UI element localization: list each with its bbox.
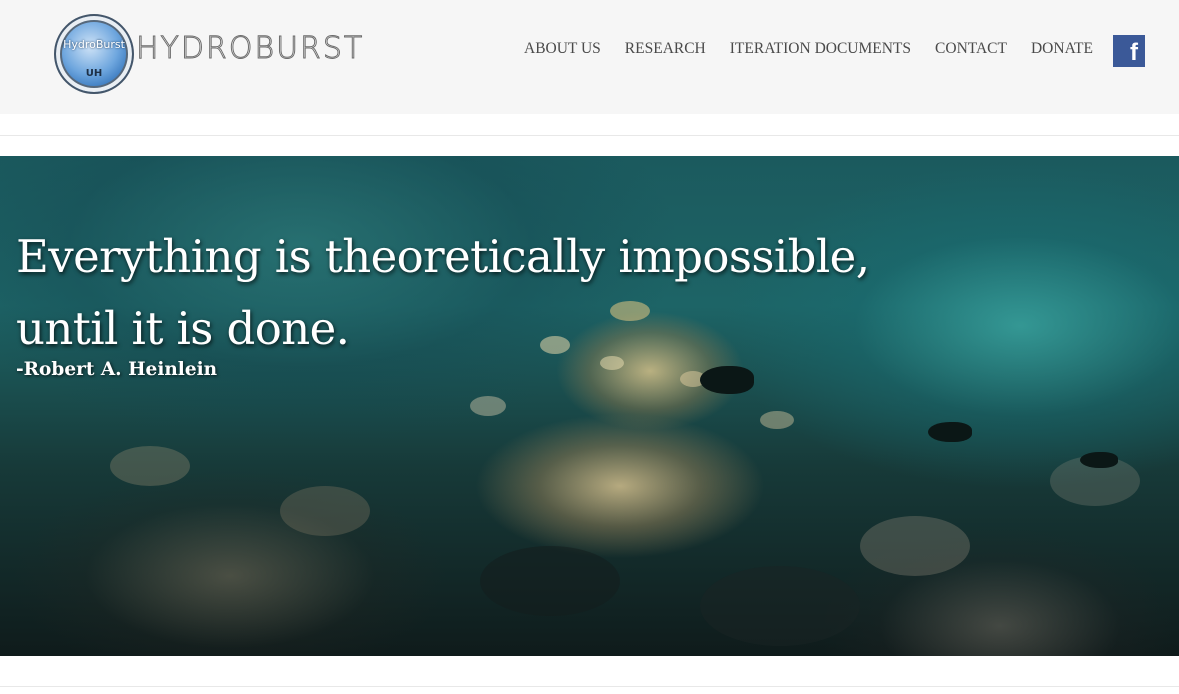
header-divider (0, 135, 1179, 136)
nav-item-research[interactable]: RESEARCH (625, 40, 706, 58)
logo-badge-mark: UH (85, 68, 103, 79)
coral-speck (700, 566, 860, 646)
hero-quote-author: -Robert A. Heinlein (16, 359, 218, 380)
logo-badge-text: HydroBurst (63, 38, 125, 51)
fish-silhouette (928, 422, 972, 442)
site-logo[interactable]: HydroBurst UH HYDROBURST (54, 14, 364, 94)
hydroburst-logo-icon: HydroBurst UH (54, 14, 134, 94)
hero-quote: Everything is theoretically impossible, … (16, 221, 870, 365)
coral-speck (470, 396, 506, 416)
coral-speck (760, 411, 794, 429)
coral-speck (860, 516, 970, 576)
coral-speck (280, 486, 370, 536)
logo-wordmark: HYDROBURST (135, 30, 365, 66)
fish-silhouette (700, 366, 754, 394)
fish-silhouette (1080, 452, 1118, 468)
nav-item-contact[interactable]: CONTACT (935, 40, 1007, 58)
section-divider (0, 686, 1179, 687)
coral-speck (480, 546, 620, 616)
hero-quote-line-1: Everything is theoretically impossible, (16, 230, 870, 283)
facebook-icon[interactable]: f (1113, 35, 1145, 67)
site-header: HydroBurst UH HYDROBURST ABOUT US RESEAR… (0, 0, 1179, 114)
nav-item-about-us[interactable]: ABOUT US (524, 40, 601, 58)
coral-speck (110, 446, 190, 486)
nav-item-iteration-documents[interactable]: ITERATION DOCUMENTS (730, 40, 911, 58)
main-nav: ABOUT US RESEARCH ITERATION DOCUMENTS CO… (524, 40, 1093, 58)
hero-banner: Everything is theoretically impossible, … (0, 156, 1179, 656)
nav-item-donate[interactable]: DONATE (1031, 40, 1093, 58)
hero-quote-line-2: until it is done. (16, 302, 350, 355)
